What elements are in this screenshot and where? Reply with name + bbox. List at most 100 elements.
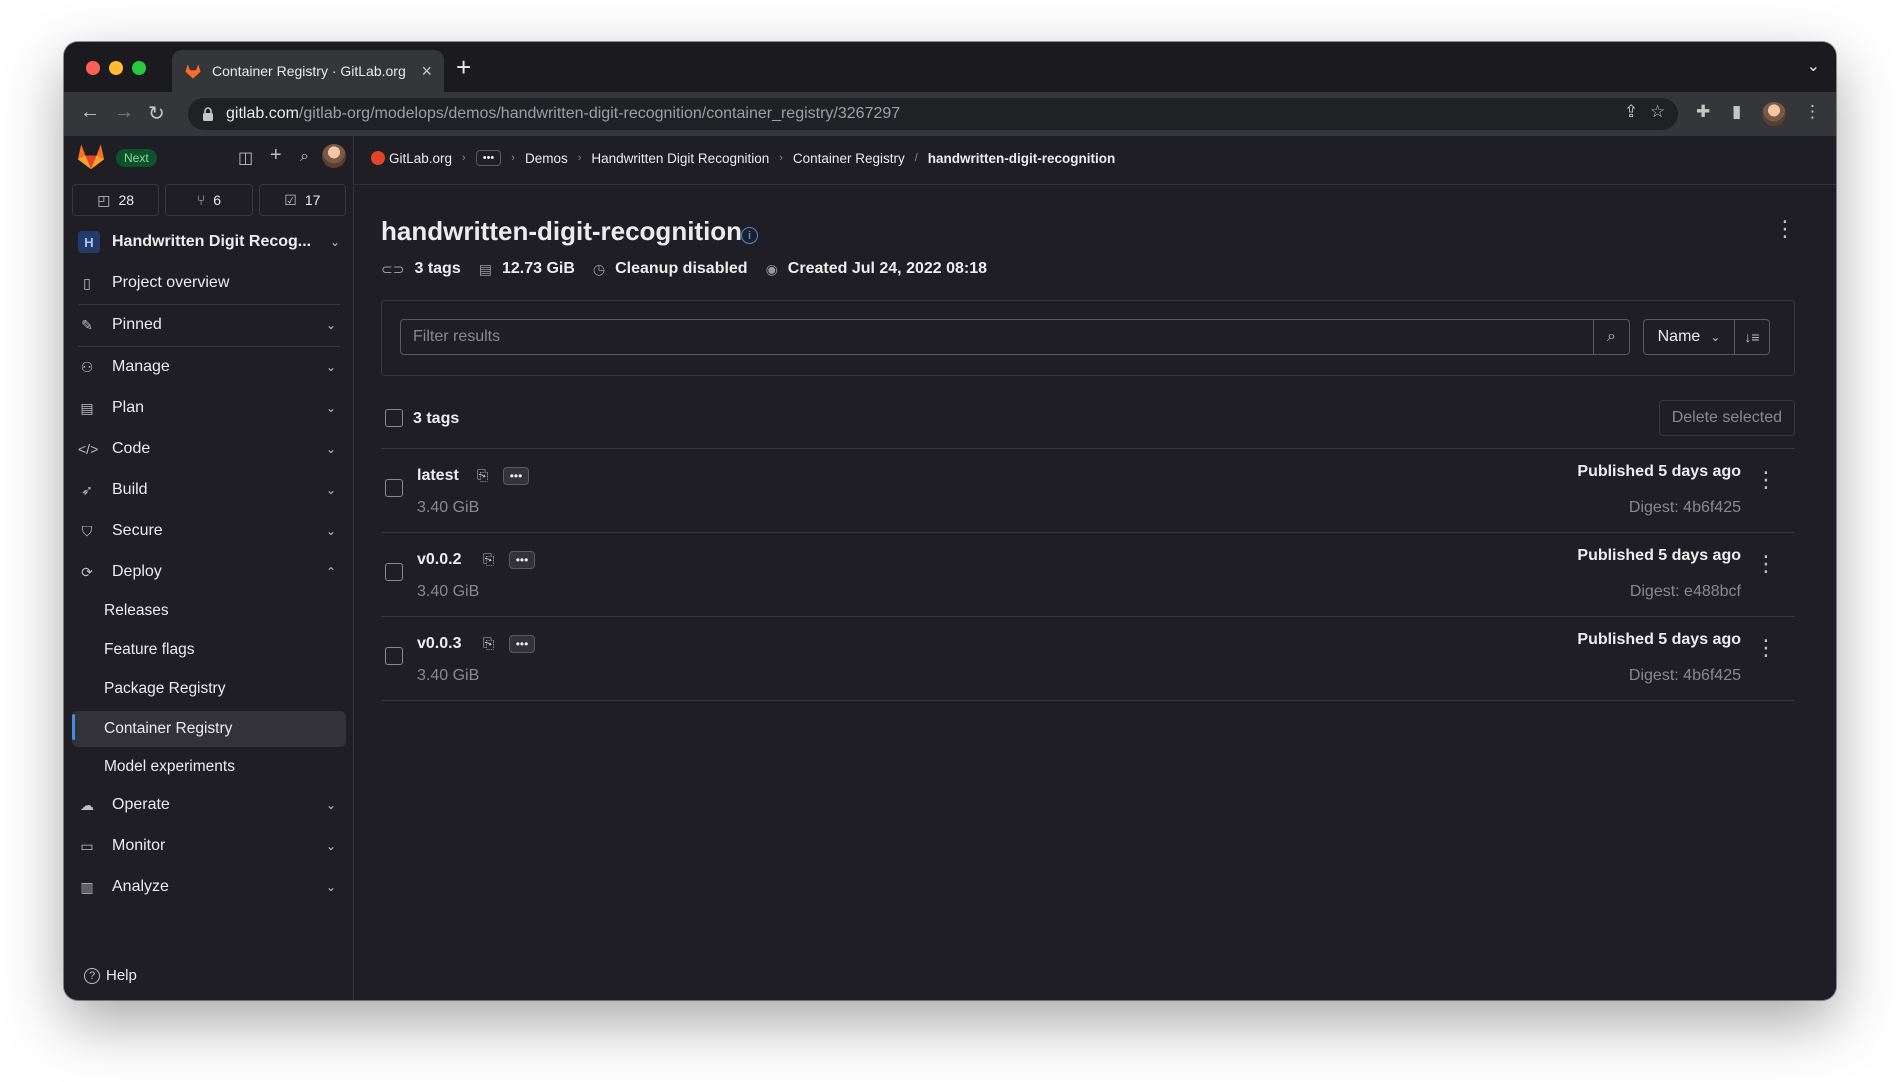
browser-toolbar: ← → ↻ gitlab.com /gitlab-org/modelops/de… bbox=[64, 92, 1836, 136]
todo-icon: ☑ bbox=[284, 191, 297, 208]
filter-bar: ⌕ Name ⌄ ↓≡ bbox=[381, 300, 1795, 376]
sidebar-item-monitor[interactable]: ▭ Monitor ⌄ bbox=[72, 829, 346, 863]
todos-counter[interactable]: ☑ 17 bbox=[258, 184, 346, 216]
sidebar-item-label: Pinned bbox=[112, 316, 162, 333]
filter-input[interactable] bbox=[400, 319, 1594, 355]
breadcrumb-org[interactable]: GitLab.org bbox=[371, 150, 453, 166]
breadcrumb-project[interactable]: Handwritten Digit Recognition bbox=[591, 151, 769, 166]
sidebar-subitem-model-experiments[interactable]: Model experiments bbox=[72, 751, 346, 783]
expand-details-button[interactable]: ••• bbox=[509, 551, 535, 569]
main-content: GitLab.org › ••• › Demos › Handwritten D… bbox=[355, 136, 1836, 1000]
page-actions-kebab-icon[interactable]: ⋮ bbox=[1774, 218, 1796, 240]
sidebar-item-pinned[interactable]: ✎ Pinned ⌄ bbox=[72, 308, 346, 342]
calendar-icon: ▤ bbox=[80, 399, 94, 416]
rocket-icon: ➶ bbox=[81, 481, 93, 498]
expand-details-button[interactable]: ••• bbox=[509, 635, 535, 653]
next-badge[interactable]: Next bbox=[116, 149, 157, 167]
chevron-down-icon: ⌄ bbox=[325, 798, 336, 812]
extensions-icon[interactable]: ✚ bbox=[1696, 102, 1710, 122]
sidebar-item-project-overview[interactable]: ▯ Project overview bbox=[72, 266, 346, 300]
bookmark-star-icon[interactable]: ☆ bbox=[1650, 102, 1665, 122]
forward-icon[interactable]: → bbox=[114, 101, 134, 124]
sidebar-subitem-container-registry[interactable]: Container Registry bbox=[72, 711, 346, 747]
browser-tab[interactable]: Container Registry · GitLab.org × bbox=[172, 50, 444, 92]
sidebar-item-operate[interactable]: ☁ Operate ⌄ bbox=[72, 788, 346, 822]
search-button[interactable]: ⌕ bbox=[1593, 319, 1630, 355]
collapse-sidebar-icon[interactable]: ◫ bbox=[238, 148, 253, 168]
sidebar-subitem-label: Container Registry bbox=[104, 720, 233, 737]
close-window-button[interactable] bbox=[86, 61, 100, 75]
sort-dropdown[interactable]: Name ⌄ bbox=[1643, 319, 1735, 355]
tags-list: latest ⎘ ••• 3.40 GiB Published 5 days a… bbox=[381, 448, 1795, 701]
breadcrumb-registry[interactable]: Container Registry bbox=[793, 151, 905, 166]
project-switcher[interactable]: H Handwritten Digit Recog... ⌄ bbox=[72, 224, 346, 260]
browser-menu-icon[interactable]: ⋮ bbox=[1804, 102, 1821, 122]
gitlab-app: Next ◫ + ⌕ ◰ 28 ⑂ 6 ☑ 17 H Handwritten D… bbox=[64, 136, 1836, 1000]
meta-created: ◉ Created Jul 24, 2022 08:18 bbox=[766, 260, 987, 278]
chevron-up-icon: ⌃ bbox=[325, 565, 336, 579]
tag-digest: Digest: e488bcf bbox=[1629, 583, 1741, 600]
search-icon[interactable]: ⌕ bbox=[300, 148, 309, 166]
new-tab-icon[interactable]: + bbox=[456, 52, 471, 83]
sidebar-subitem-package-registry[interactable]: Package Registry bbox=[72, 673, 346, 705]
reload-icon[interactable]: ↻ bbox=[148, 101, 165, 126]
slash-separator: / bbox=[914, 152, 918, 164]
breadcrumb-demos[interactable]: Demos bbox=[525, 151, 568, 166]
sidebar-item-plan[interactable]: ▤ Plan ⌄ bbox=[72, 391, 346, 425]
sidebar-item-code[interactable]: </> Code ⌄ bbox=[72, 432, 346, 466]
copy-icon[interactable]: ⎘ bbox=[483, 635, 494, 652]
monitor-icon: ▭ bbox=[80, 837, 94, 854]
info-icon[interactable]: i bbox=[741, 227, 758, 244]
create-new-icon[interactable]: + bbox=[270, 144, 282, 167]
chevron-down-icon: ⌄ bbox=[325, 442, 336, 456]
sidebar-item-label: Monitor bbox=[112, 837, 166, 854]
browser-profile-avatar[interactable] bbox=[1762, 102, 1786, 126]
sidebar-item-secure[interactable]: ⛉ Secure ⌄ bbox=[72, 514, 346, 548]
sort-direction-button[interactable]: ↓≡ bbox=[1734, 319, 1770, 355]
project-icon: ▯ bbox=[83, 274, 91, 291]
copy-icon[interactable]: ⎘ bbox=[483, 551, 494, 568]
tag-digest: Digest: 4b6f425 bbox=[1628, 667, 1741, 684]
merge-requests-counter[interactable]: ⑂ 6 bbox=[165, 184, 253, 216]
sidebar-item-label: Project overview bbox=[112, 274, 230, 291]
chevron-right-icon: › bbox=[462, 152, 466, 164]
tab-title: Container Registry · GitLab.org bbox=[212, 63, 406, 79]
minimize-window-button[interactable] bbox=[109, 61, 123, 75]
select-all-checkbox[interactable] bbox=[385, 409, 403, 427]
sidebar-subitem-feature-flags[interactable]: Feature flags bbox=[72, 634, 346, 666]
row-actions-kebab-icon[interactable]: ⋮ bbox=[1755, 469, 1777, 491]
maximize-window-button[interactable] bbox=[132, 61, 146, 75]
counters-row: ◰ 28 ⑂ 6 ☑ 17 bbox=[72, 184, 346, 216]
issues-counter[interactable]: ◰ 28 bbox=[72, 184, 160, 216]
gitlab-logo-icon[interactable] bbox=[76, 142, 106, 170]
close-tab-icon[interactable]: × bbox=[421, 61, 432, 82]
help-button[interactable]: ? Help bbox=[84, 967, 137, 984]
user-avatar[interactable] bbox=[322, 144, 346, 168]
row-actions-kebab-icon[interactable]: ⋮ bbox=[1755, 553, 1777, 575]
sidebar-item-manage[interactable]: ⚇ Manage ⌄ bbox=[72, 350, 346, 384]
url-path: /gitlab-org/modelops/demos/handwritten-d… bbox=[298, 105, 901, 122]
merge-request-icon: ⑂ bbox=[196, 192, 206, 208]
row-actions-kebab-icon[interactable]: ⋮ bbox=[1755, 637, 1777, 659]
sidebar-subitem-releases[interactable]: Releases bbox=[72, 595, 346, 627]
breadcrumb-org-label: GitLab.org bbox=[389, 150, 453, 166]
meta-tags-label: 3 tags bbox=[414, 260, 461, 277]
breadcrumb-collapsed-button[interactable]: ••• bbox=[475, 150, 502, 166]
chevron-down-icon: ⌄ bbox=[325, 318, 336, 332]
sidebar-item-analyze[interactable]: ▥ Analyze ⌄ bbox=[72, 870, 346, 904]
row-checkbox[interactable] bbox=[385, 479, 403, 497]
delete-selected-button[interactable]: Delete selected bbox=[1658, 400, 1795, 436]
copy-icon[interactable]: ⎘ bbox=[477, 467, 488, 484]
tab-search-chevron-icon[interactable]: ⌄ bbox=[1807, 56, 1820, 76]
expand-details-button[interactable]: ••• bbox=[503, 467, 529, 485]
row-checkbox[interactable] bbox=[385, 563, 403, 581]
meta-created-label: Created Jul 24, 2022 08:18 bbox=[787, 260, 988, 277]
share-icon[interactable]: ⇪ bbox=[1624, 102, 1638, 122]
published-time: Published 5 days ago bbox=[1577, 631, 1741, 648]
back-icon[interactable]: ← bbox=[80, 101, 100, 124]
sidebar-item-build[interactable]: ➶ Build ⌄ bbox=[72, 473, 346, 507]
address-bar[interactable]: gitlab.com /gitlab-org/modelops/demos/ha… bbox=[188, 98, 1678, 130]
sidebar-item-deploy[interactable]: ⟳ Deploy ⌃ bbox=[72, 555, 346, 589]
row-checkbox[interactable] bbox=[385, 647, 403, 665]
side-panel-icon[interactable]: ▮ bbox=[1732, 102, 1741, 122]
